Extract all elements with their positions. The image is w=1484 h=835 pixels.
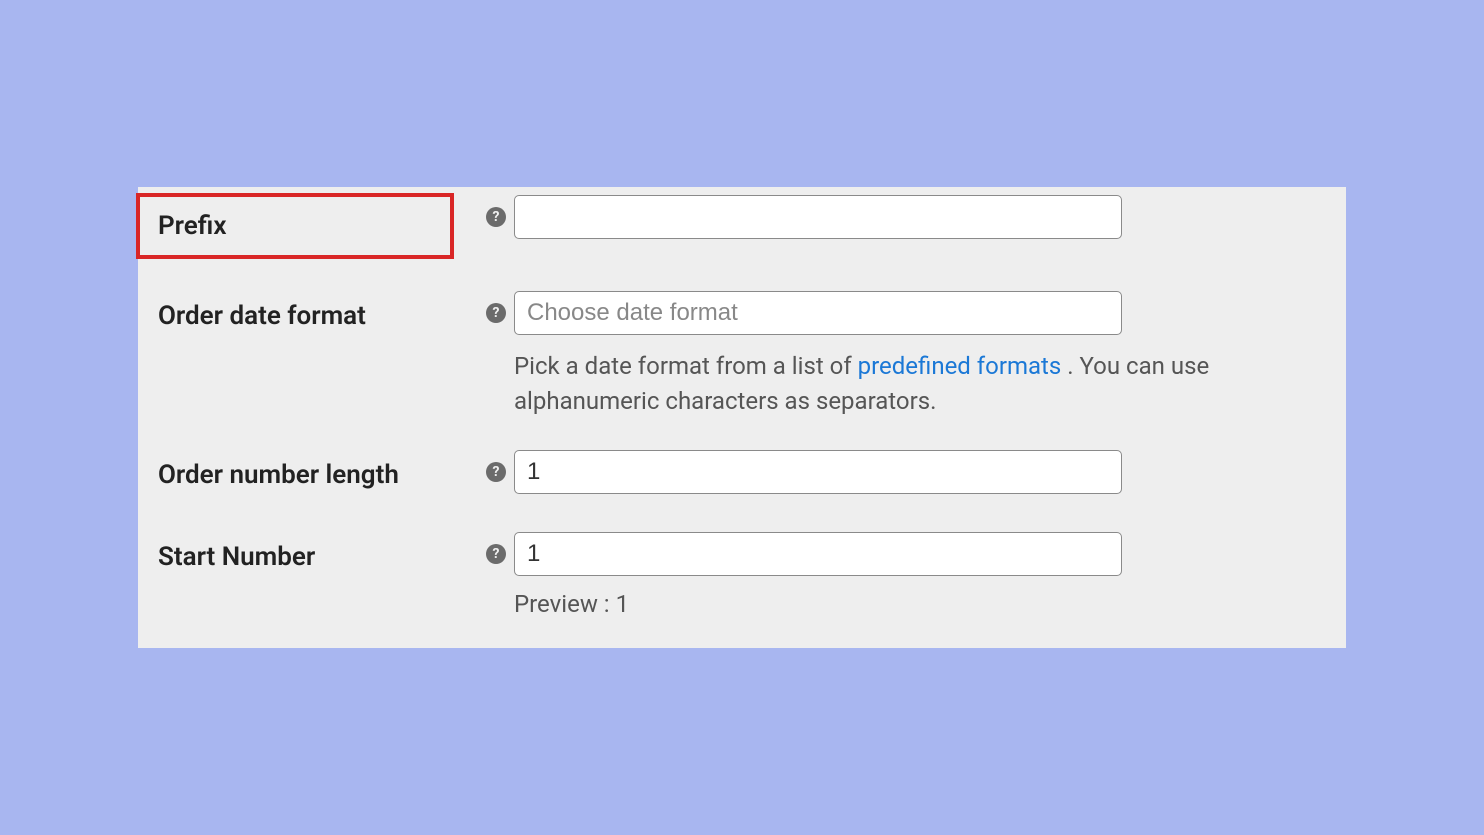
prefix-input-col bbox=[514, 195, 1286, 239]
start-number-label-col: Start Number bbox=[138, 532, 478, 582]
order-number-length-label: Order number length bbox=[158, 460, 399, 490]
start-number-input-col: Preview : 1 bbox=[514, 532, 1286, 618]
order-date-format-help-text: Pick a date format from a list of predef… bbox=[514, 349, 1294, 419]
predefined-formats-link[interactable]: predefined formats bbox=[858, 352, 1062, 380]
help-icon[interactable]: ? bbox=[486, 462, 506, 482]
settings-panel: Prefix ? Order date format ? Pick a date… bbox=[138, 187, 1346, 649]
prefix-highlight: Prefix bbox=[136, 193, 454, 259]
order-number-length-row: Order number length ? bbox=[138, 450, 1286, 500]
order-date-format-input[interactable] bbox=[514, 291, 1122, 335]
prefix-label-col: Prefix bbox=[138, 195, 478, 259]
help-icon[interactable]: ? bbox=[486, 544, 506, 564]
order-date-format-label-col: Order date format bbox=[138, 291, 478, 341]
help-text-before: Pick a date format from a list of bbox=[514, 352, 858, 380]
order-date-format-row: Order date format ? Pick a date format f… bbox=[138, 291, 1286, 419]
start-number-input[interactable] bbox=[514, 532, 1122, 576]
help-icon[interactable]: ? bbox=[486, 207, 506, 227]
order-number-length-help-col: ? bbox=[478, 450, 514, 482]
order-date-format-input-col: Pick a date format from a list of predef… bbox=[514, 291, 1294, 419]
order-number-length-label-col: Order number length bbox=[138, 450, 478, 500]
start-number-row: Start Number ? Preview : 1 bbox=[138, 532, 1286, 618]
help-icon[interactable]: ? bbox=[486, 303, 506, 323]
prefix-row: Prefix ? bbox=[138, 195, 1286, 259]
order-number-length-input[interactable] bbox=[514, 450, 1122, 494]
order-date-format-label: Order date format bbox=[158, 301, 366, 331]
start-number-label: Start Number bbox=[158, 542, 315, 572]
start-number-preview: Preview : 1 bbox=[514, 590, 1286, 618]
prefix-input[interactable] bbox=[514, 195, 1122, 239]
prefix-label: Prefix bbox=[158, 211, 226, 241]
start-number-help-col: ? bbox=[478, 532, 514, 564]
prefix-help-col: ? bbox=[478, 195, 514, 227]
order-number-length-input-col bbox=[514, 450, 1286, 494]
order-date-format-help-col: ? bbox=[478, 291, 514, 323]
